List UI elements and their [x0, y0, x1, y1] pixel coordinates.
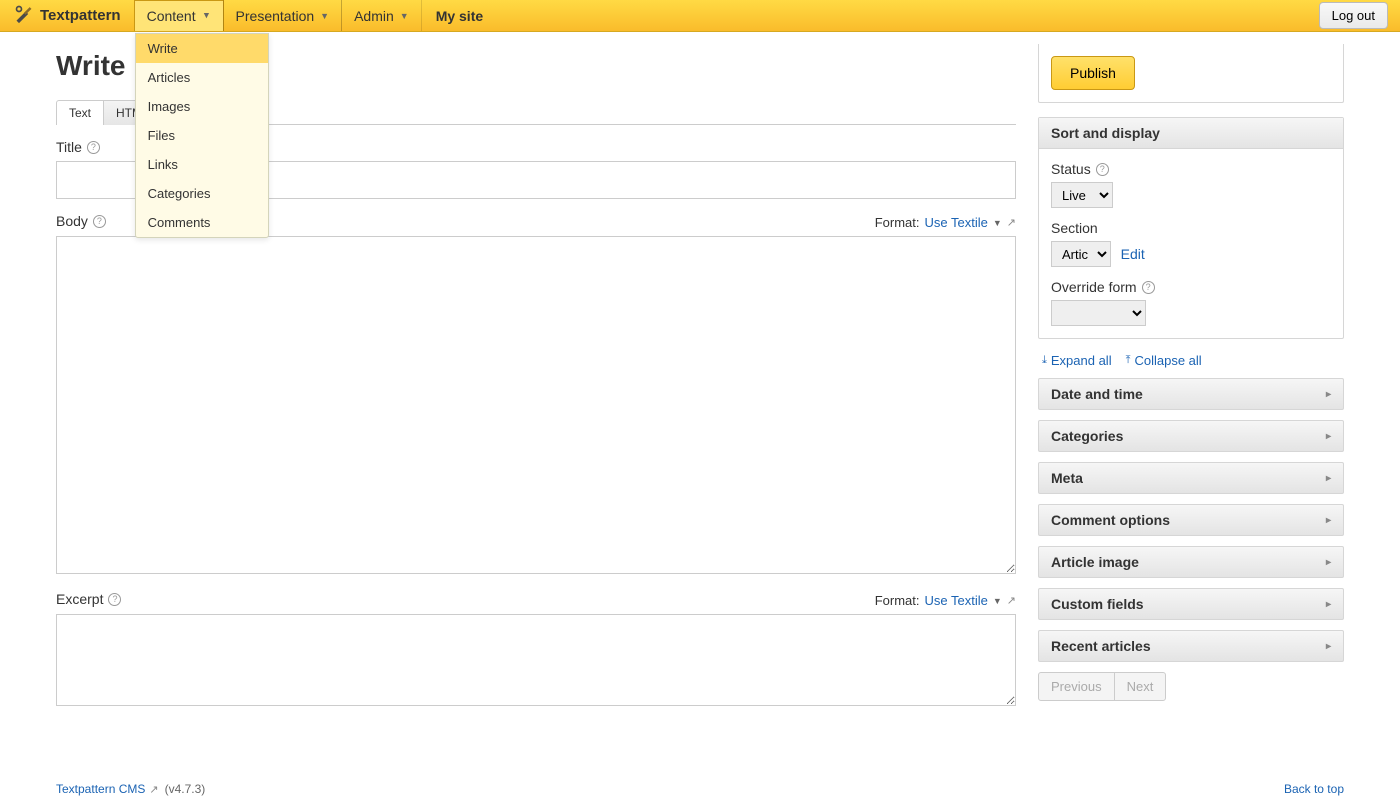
expand-icon: ⤓: [1042, 354, 1047, 367]
nav-admin[interactable]: Admin ▼: [341, 0, 422, 31]
next-button[interactable]: Next: [1114, 672, 1167, 701]
top-bar: Textpattern Content ▲ Write Articles Ima…: [0, 0, 1400, 32]
collapse-all-link[interactable]: ⤒Collapse all: [1126, 353, 1202, 368]
menu-images[interactable]: Images: [136, 92, 268, 121]
caret-down-icon: ▼: [320, 11, 329, 21]
body-textarea[interactable]: [56, 236, 1016, 574]
brand-icon: [14, 4, 34, 28]
logout-button[interactable]: Log out: [1319, 2, 1388, 29]
help-icon[interactable]: ?: [1096, 163, 1109, 176]
nav-presentation[interactable]: Presentation ▼: [223, 0, 343, 31]
prev-button[interactable]: Previous: [1038, 672, 1115, 701]
tab-text[interactable]: Text: [56, 100, 104, 125]
panel-categories[interactable]: Categories▸: [1038, 420, 1344, 452]
external-link-icon[interactable]: ↗: [149, 783, 158, 796]
menu-links[interactable]: Links: [136, 150, 268, 179]
brand-text: Textpattern: [40, 7, 121, 24]
panel-comment-options[interactable]: Comment options▸: [1038, 504, 1344, 536]
publish-panel: Publish: [1038, 44, 1344, 103]
override-label: Override form: [1051, 279, 1137, 295]
footer-version: (v4.7.3): [165, 782, 206, 796]
brand[interactable]: Textpattern: [0, 0, 135, 31]
publish-button[interactable]: Publish: [1051, 56, 1135, 90]
chevron-right-icon: ▸: [1326, 599, 1331, 610]
panel-custom-fields[interactable]: Custom fields▸: [1038, 588, 1344, 620]
nav-presentation-label: Presentation: [236, 8, 315, 24]
format-textile-link[interactable]: Use Textile: [925, 215, 988, 230]
format-label: Format:: [875, 215, 920, 230]
sort-display-title: Sort and display: [1051, 125, 1160, 141]
chevron-right-icon: ▸: [1326, 389, 1331, 400]
panel-article-image[interactable]: Article image▸: [1038, 546, 1344, 578]
collapse-icon: ⤒: [1126, 354, 1131, 367]
format-textile-link[interactable]: Use Textile: [925, 593, 988, 608]
nav-content-label: Content: [147, 8, 196, 24]
nav-mysite[interactable]: My site: [422, 0, 497, 31]
external-link-icon[interactable]: ↗: [1007, 216, 1016, 229]
section-edit-link[interactable]: Edit: [1121, 246, 1145, 262]
chevron-right-icon: ▸: [1326, 473, 1331, 484]
excerpt-textarea[interactable]: [56, 614, 1016, 706]
format-label: Format:: [875, 593, 920, 608]
back-to-top-link[interactable]: Back to top: [1284, 782, 1344, 796]
title-label: Title: [56, 139, 82, 155]
panel-meta[interactable]: Meta▸: [1038, 462, 1344, 494]
side-column: Publish Sort and display Status ? Live: [1038, 44, 1344, 709]
body-label: Body: [56, 213, 88, 229]
footer: Textpattern CMS ↗ (v4.7.3) Back to top: [0, 774, 1400, 804]
help-icon[interactable]: ?: [1142, 281, 1155, 294]
nav-admin-label: Admin: [354, 8, 394, 24]
external-link-icon[interactable]: ↗: [1007, 594, 1016, 607]
sort-display-header[interactable]: Sort and display: [1039, 118, 1343, 149]
chevron-right-icon: ▸: [1326, 557, 1331, 568]
override-select[interactable]: [1051, 300, 1146, 326]
menu-write[interactable]: Write: [136, 34, 268, 63]
caret-down-icon[interactable]: ▼: [993, 596, 1002, 606]
panel-recent-articles[interactable]: Recent articles▸: [1038, 630, 1344, 662]
menu-comments[interactable]: Comments: [136, 208, 268, 237]
caret-down-icon: ▼: [400, 11, 409, 21]
content-dropdown: Write Articles Images Files Links Catego…: [135, 33, 269, 238]
help-icon[interactable]: ?: [93, 215, 106, 228]
status-select[interactable]: Live: [1051, 182, 1113, 208]
panel-date-time[interactable]: Date and time▸: [1038, 378, 1344, 410]
chevron-right-icon: ▸: [1326, 641, 1331, 652]
nav-content[interactable]: Content ▲ Write Articles Images Files Li…: [134, 0, 224, 31]
caret-up-icon: ▲: [202, 11, 211, 21]
section-select[interactable]: Articles: [1051, 241, 1111, 267]
menu-files[interactable]: Files: [136, 121, 268, 150]
pager: Previous Next: [1038, 672, 1344, 701]
section-label: Section: [1051, 220, 1098, 236]
status-label: Status: [1051, 161, 1091, 177]
nav: Content ▲ Write Articles Images Files Li…: [135, 0, 422, 31]
sort-display-panel: Sort and display Status ? Live Section: [1038, 117, 1344, 339]
expand-all-link[interactable]: ⤓Expand all: [1042, 353, 1112, 368]
excerpt-label: Excerpt: [56, 591, 103, 607]
footer-cms-link[interactable]: Textpattern CMS: [56, 782, 145, 796]
menu-categories[interactable]: Categories: [136, 179, 268, 208]
menu-articles[interactable]: Articles: [136, 63, 268, 92]
help-icon[interactable]: ?: [108, 593, 121, 606]
caret-down-icon[interactable]: ▼: [993, 218, 1002, 228]
chevron-right-icon: ▸: [1326, 431, 1331, 442]
help-icon[interactable]: ?: [87, 141, 100, 154]
chevron-right-icon: ▸: [1326, 515, 1331, 526]
